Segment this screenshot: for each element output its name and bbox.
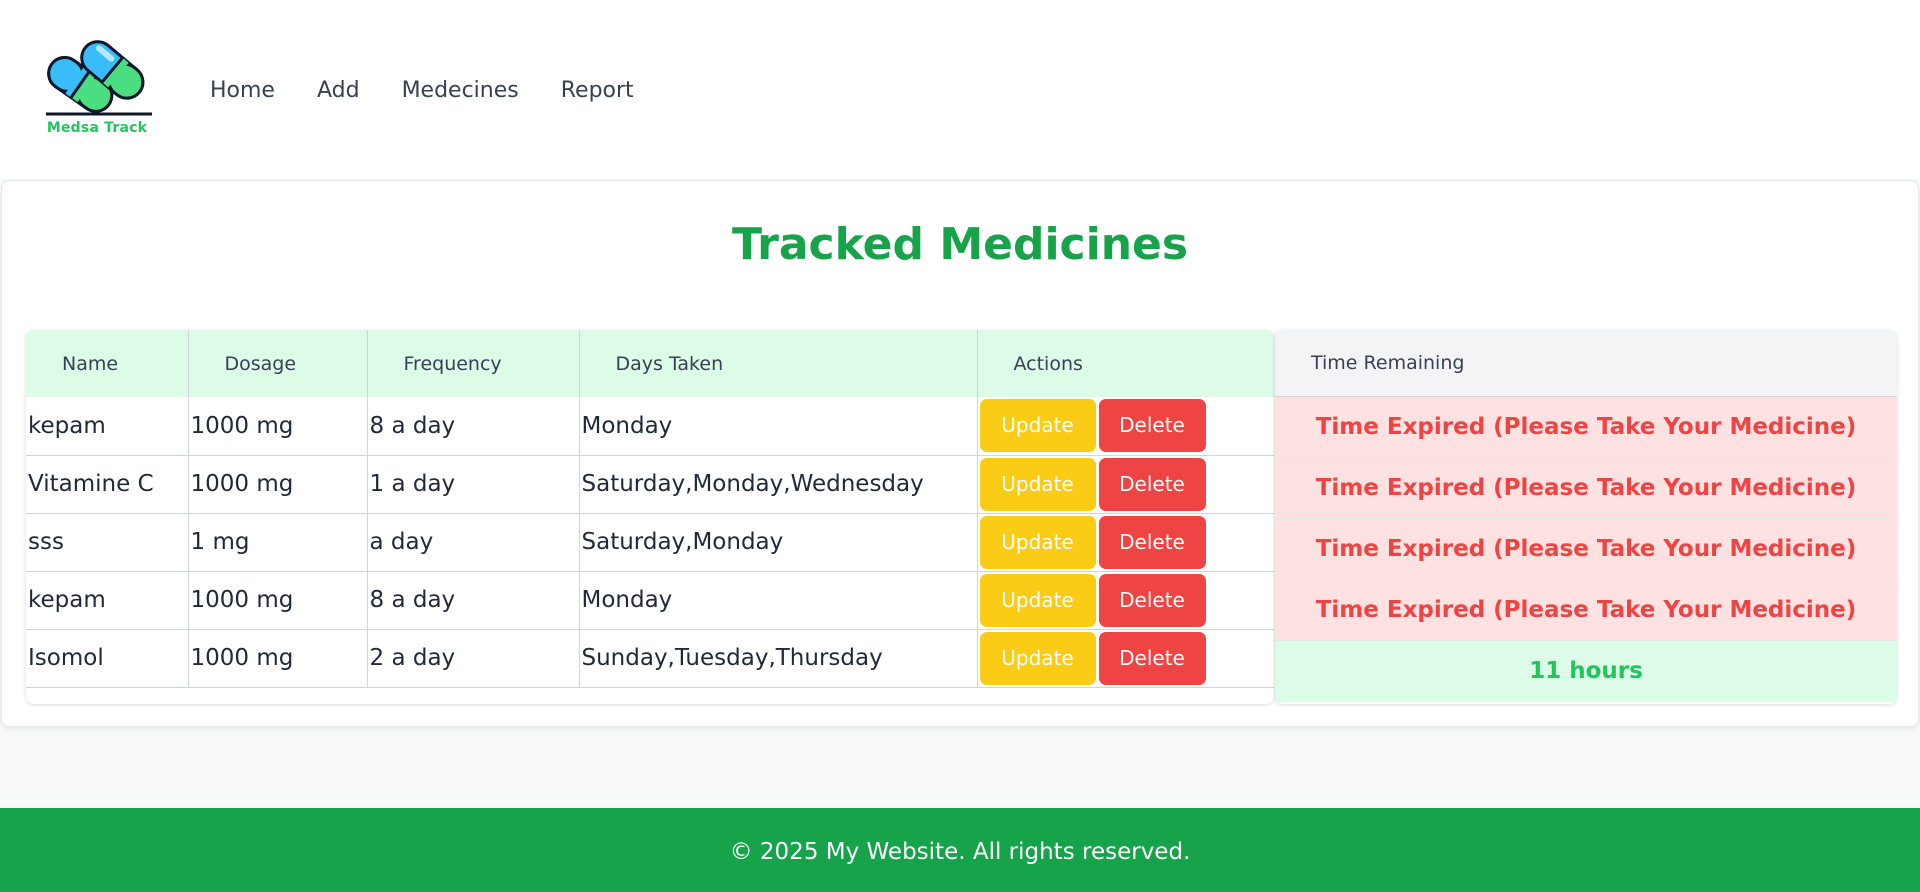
update-button[interactable]: Update	[979, 573, 1096, 627]
cell-days-taken: Saturday,Monday,Wednesday	[579, 455, 978, 514]
brand-logo[interactable]: Medsa Track	[36, 38, 156, 144]
cell-dosage: 1 mg	[188, 513, 368, 572]
column-header-name: Name	[26, 330, 189, 397]
column-header-frequency: Frequency	[367, 330, 580, 397]
time-remaining-cell: Time Expired (Please Take Your Medicine)	[1275, 458, 1897, 519]
time-remaining-cell: Time Expired (Please Take Your Medicine)	[1275, 580, 1897, 641]
cell-dosage: 1000 mg	[188, 629, 368, 688]
cell-days-taken: Monday	[579, 397, 978, 456]
update-button[interactable]: Update	[979, 631, 1096, 685]
nav-report[interactable]: Report	[561, 74, 634, 108]
cell-name: kepam	[26, 397, 189, 456]
medicines-table-container: Name Dosage Frequency Days Taken Actions…	[26, 330, 1274, 704]
cell-frequency: 8 a day	[367, 571, 580, 630]
delete-button[interactable]: Delete	[1098, 515, 1206, 569]
nav-home[interactable]: Home	[210, 74, 275, 108]
site-header: Medsa Track Home Add Medecines Report	[0, 0, 1920, 179]
brand-name: Medsa Track	[46, 120, 148, 136]
column-header-dosage: Dosage	[188, 330, 368, 397]
cell-days-taken: Sunday,Tuesday,Thursday	[579, 629, 978, 688]
site-footer: © 2025 My Website. All rights reserved.	[0, 808, 1920, 892]
column-header-days-taken: Days Taken	[579, 330, 978, 397]
time-remaining-table: Time Remaining Time Expired (Please Take…	[1275, 330, 1897, 704]
time-remaining-cell: Time Expired (Please Take Your Medicine)	[1275, 397, 1897, 458]
cell-frequency: a day	[367, 513, 580, 572]
time-remaining-cell: Time Expired (Please Take Your Medicine)	[1275, 519, 1897, 580]
delete-button[interactable]: Delete	[1098, 399, 1206, 453]
nav-medicines[interactable]: Medecines	[402, 74, 519, 108]
time-remaining-cell: 11 hours	[1275, 641, 1897, 702]
cell-name: Vitamine C	[26, 455, 189, 514]
page-title: Tracked Medicines	[731, 219, 1189, 270]
table-row: sss 1 mg a day Saturday,Monday Update Del…	[26, 513, 1274, 572]
column-header-actions: Actions	[977, 330, 1274, 397]
main-nav: Home Add Medecines Report	[210, 74, 676, 108]
table-row: Vitamine C 1000 mg 1 a day Saturday,Mond…	[26, 455, 1274, 514]
cell-name: Isomol	[26, 629, 189, 688]
footer-copyright: © 2025 My Website. All rights reserved.	[729, 839, 1191, 865]
cell-name: kepam	[26, 571, 189, 630]
delete-button[interactable]: Delete	[1098, 631, 1206, 685]
cell-frequency: 8 a day	[367, 397, 580, 456]
cell-actions: Update Delete	[977, 513, 1274, 572]
update-button[interactable]: Update	[979, 399, 1096, 453]
medicines-table: Name Dosage Frequency Days Taken Actions…	[26, 330, 1274, 688]
cell-dosage: 1000 mg	[188, 397, 368, 456]
cell-dosage: 1000 mg	[188, 455, 368, 514]
update-button[interactable]: Update	[979, 515, 1096, 569]
table-header-row: Name Dosage Frequency Days Taken Actions	[26, 330, 1274, 397]
cell-actions: Update Delete	[977, 571, 1274, 630]
update-button[interactable]: Update	[979, 457, 1096, 511]
delete-button[interactable]: Delete	[1098, 457, 1206, 511]
cell-frequency: 1 a day	[367, 455, 580, 514]
cell-actions: Update Delete	[977, 629, 1274, 688]
column-header-time-remaining: Time Remaining	[1275, 330, 1897, 397]
cell-days-taken: Monday	[579, 571, 978, 630]
cell-days-taken: Saturday,Monday	[579, 513, 978, 572]
cell-actions: Update Delete	[977, 397, 1274, 456]
table-row: kepam 1000 mg 8 a day Monday Update Delet…	[26, 571, 1274, 630]
cell-frequency: 2 a day	[367, 629, 580, 688]
cell-name: sss	[26, 513, 189, 572]
tracked-medicines-card: Tracked Medicines Name Dosage Frequency …	[1, 180, 1919, 727]
table-row: kepam 1000 mg 8 a day Monday Update Delet…	[26, 397, 1274, 456]
delete-button[interactable]: Delete	[1098, 573, 1206, 627]
nav-add[interactable]: Add	[317, 74, 360, 108]
pill-icon	[46, 40, 152, 116]
cell-dosage: 1000 mg	[188, 571, 368, 630]
table-row: Isomol 1000 mg 2 a day Sunday,Tuesday,Th…	[26, 629, 1274, 688]
cell-actions: Update Delete	[977, 455, 1274, 514]
